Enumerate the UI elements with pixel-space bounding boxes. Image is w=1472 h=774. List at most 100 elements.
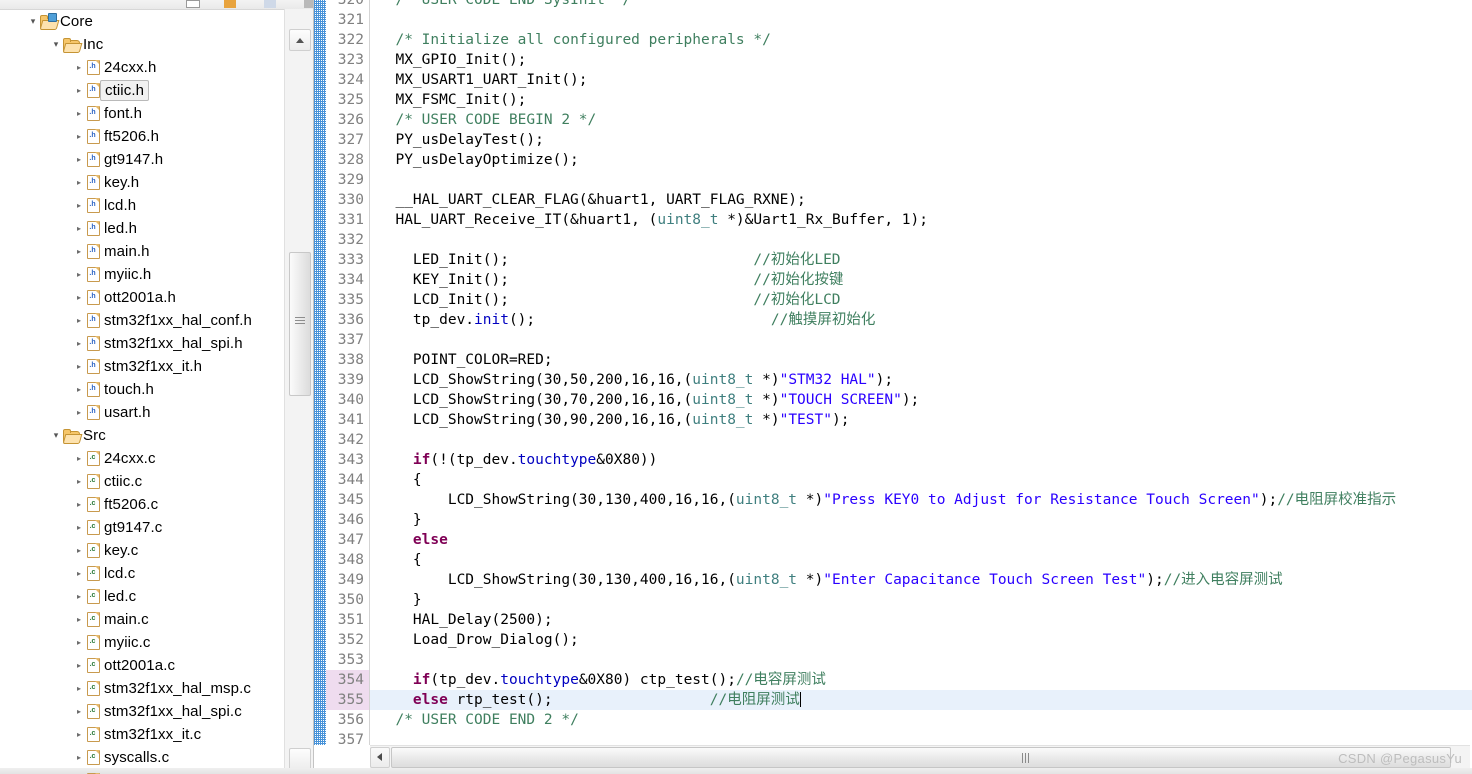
- code-text-area[interactable]: /* USER CODE END SysInit */ /* Initializ…: [370, 0, 1472, 745]
- expand-arrow-icon[interactable]: ▸: [72, 516, 86, 539]
- tree-item-ft5206-c[interactable]: ▸ .c ft5206.c: [0, 492, 285, 515]
- expand-arrow-icon[interactable]: ▸: [72, 56, 86, 79]
- tree-item-stm32f1xx_it-h[interactable]: ▸ .h stm32f1xx_it.h: [0, 354, 285, 377]
- code-line[interactable]: if(tp_dev.touchtype&0X80) ctp_test();//电…: [378, 670, 826, 690]
- editor-marker-bar[interactable]: [314, 0, 326, 745]
- expand-arrow-icon[interactable]: ▸: [72, 79, 86, 102]
- code-line[interactable]: MX_GPIO_Init();: [378, 50, 526, 70]
- expand-arrow-icon[interactable]: ▸: [72, 355, 86, 378]
- code-line[interactable]: {: [378, 470, 422, 490]
- collapse-all-icon[interactable]: [224, 0, 236, 8]
- tree-item-Src[interactable]: ▾ Src: [0, 423, 285, 446]
- tree-item-font-h[interactable]: ▸ .h font.h: [0, 101, 285, 124]
- expand-arrow-icon[interactable]: ▸: [72, 194, 86, 217]
- expand-arrow-icon[interactable]: ▸: [72, 378, 86, 401]
- tree-item-lcd-h[interactable]: ▸ .h lcd.h: [0, 193, 285, 216]
- code-line[interactable]: HAL_Delay(2500);: [378, 610, 553, 630]
- tree-item-stm32f1xx_hal_spi-h[interactable]: ▸ .h stm32f1xx_hal_spi.h: [0, 331, 285, 354]
- tree-item-stm32f1xx_hal_spi-c[interactable]: ▸ .c stm32f1xx_hal_spi.c: [0, 699, 285, 722]
- tree-item-ft5206-h[interactable]: ▸ .h ft5206.h: [0, 124, 285, 147]
- tree-item-lcd-c[interactable]: ▸ .c lcd.c: [0, 561, 285, 584]
- code-line[interactable]: PY_usDelayTest();: [378, 130, 543, 150]
- link-editor-icon[interactable]: [264, 0, 276, 8]
- code-line[interactable]: }: [378, 590, 422, 610]
- expand-arrow-icon[interactable]: ▸: [72, 102, 86, 125]
- expand-arrow-icon[interactable]: ▸: [72, 217, 86, 240]
- expand-arrow-icon[interactable]: ▸: [72, 401, 86, 424]
- tree-item-ott2001a-h[interactable]: ▸ .h ott2001a.h: [0, 285, 285, 308]
- code-line[interactable]: KEY_Init(); //初始化按键: [378, 270, 843, 290]
- tree-item-myiic-h[interactable]: ▸ .h myiic.h: [0, 262, 285, 285]
- expand-arrow-icon[interactable]: ▸: [72, 700, 86, 723]
- code-line[interactable]: LCD_ShowString(30,130,400,16,16,(uint8_t…: [378, 570, 1283, 590]
- expand-arrow-icon[interactable]: ▸: [72, 631, 86, 654]
- expand-arrow-icon[interactable]: ▸: [72, 332, 86, 355]
- tree-item-stm32f1xx_it-c[interactable]: ▸ .c stm32f1xx_it.c: [0, 722, 285, 745]
- tree-item-key-h[interactable]: ▸ .h key.h: [0, 170, 285, 193]
- code-line[interactable]: MX_USART1_UART_Init();: [378, 70, 587, 90]
- tree-item-ctiic-c[interactable]: ▸ .c ctiic.c: [0, 469, 285, 492]
- expand-arrow-icon[interactable]: ▸: [72, 148, 86, 171]
- expand-arrow-icon[interactable]: ▸: [72, 654, 86, 677]
- horizontal-scrollbar-thumb[interactable]: [391, 747, 1451, 768]
- expand-arrow-icon[interactable]: ▸: [72, 723, 86, 746]
- tree-item-gt9147-c[interactable]: ▸ .c gt9147.c: [0, 515, 285, 538]
- code-line[interactable]: tp_dev.init(); //触摸屏初始化: [378, 310, 875, 330]
- tree-item-24cxx-h[interactable]: ▸ .h 24cxx.h: [0, 55, 285, 78]
- tree-item-ctiic-h[interactable]: ▸ .h ctiic.h: [0, 78, 285, 101]
- code-line[interactable]: else rtp_test(); //电阻屏测试: [378, 690, 801, 710]
- scroll-left-arrow[interactable]: [370, 747, 390, 768]
- expand-arrow-icon[interactable]: ▸: [72, 539, 86, 562]
- code-line[interactable]: {: [378, 550, 422, 570]
- code-line[interactable]: Load_Drow_Dialog();: [378, 630, 579, 650]
- expand-arrow-icon[interactable]: ▸: [72, 562, 86, 585]
- expand-arrow-icon[interactable]: ▸: [72, 470, 86, 493]
- expand-arrow-icon[interactable]: ▸: [72, 447, 86, 470]
- code-line[interactable]: /* USER CODE BEGIN 2 */: [378, 110, 596, 130]
- code-line[interactable]: LCD_Init(); //初始化LCD: [378, 290, 841, 310]
- code-editor[interactable]: 320 321 322 323 324 325 326 327 328 329 330 331 332 3…: [314, 0, 1472, 774]
- scroll-up-arrow[interactable]: [289, 29, 311, 51]
- tree-item-Inc[interactable]: ▾ Inc: [0, 32, 285, 55]
- scroll-down-arrow[interactable]: [289, 748, 311, 770]
- explorer-vertical-scrollbar[interactable]: [284, 9, 313, 774]
- code-line[interactable]: __HAL_UART_CLEAR_FLAG(&huart1, UART_FLAG…: [378, 190, 805, 210]
- tree-item-main-h[interactable]: ▸ .h main.h: [0, 239, 285, 262]
- tree-item-stm32f1xx_hal_conf-h[interactable]: ▸ .h stm32f1xx_hal_conf.h: [0, 308, 285, 331]
- code-line[interactable]: /* Initialize all configured peripherals…: [378, 30, 770, 50]
- code-line[interactable]: /* USER CODE END SysInit */: [378, 0, 631, 10]
- editor-horizontal-scrollbar[interactable]: [370, 745, 1470, 768]
- code-line[interactable]: MX_FSMC_Init();: [378, 90, 526, 110]
- minimize-icon[interactable]: [186, 0, 200, 8]
- code-line[interactable]: LCD_ShowString(30,90,200,16,16,(uint8_t …: [378, 410, 850, 430]
- tree-item-touch-h[interactable]: ▸ .h touch.h: [0, 377, 285, 400]
- scrollbar-thumb[interactable]: [289, 252, 311, 396]
- code-line[interactable]: else: [378, 530, 448, 550]
- view-menu-icon[interactable]: [304, 0, 313, 8]
- tree-item-key-c[interactable]: ▸ .c key.c: [0, 538, 285, 561]
- tree-item-usart-h[interactable]: ▸ .h usart.h: [0, 400, 285, 423]
- tree-item-main-c[interactable]: ▸ .c main.c: [0, 607, 285, 630]
- expand-arrow-icon[interactable]: ▸: [72, 286, 86, 309]
- code-line[interactable]: LCD_ShowString(30,70,200,16,16,(uint8_t …: [378, 390, 919, 410]
- code-line[interactable]: PY_usDelayOptimize();: [378, 150, 578, 170]
- code-line[interactable]: /* USER CODE END 2 */: [378, 710, 578, 730]
- expand-arrow-icon[interactable]: ▸: [72, 608, 86, 631]
- code-line[interactable]: LCD_ShowString(30,130,400,16,16,(uint8_t…: [378, 490, 1396, 510]
- expand-arrow-icon[interactable]: ▸: [72, 263, 86, 286]
- file-tree[interactable]: ▾ Core ▾ Inc ▸ .h 24cxx.h ▸ .h ctiic.h ▸ .h font.h ▸.…: [0, 9, 285, 774]
- collapse-arrow-icon[interactable]: ▾: [49, 424, 63, 447]
- tree-item-ott2001a-c[interactable]: ▸ .c ott2001a.c: [0, 653, 285, 676]
- code-line[interactable]: LCD_ShowString(30,50,200,16,16,(uint8_t …: [378, 370, 893, 390]
- code-line[interactable]: }: [378, 510, 422, 530]
- tree-item-syscalls-c[interactable]: ▸ .c syscalls.c: [0, 745, 285, 768]
- tree-item-gt9147-h[interactable]: ▸ .h gt9147.h: [0, 147, 285, 170]
- code-line[interactable]: POINT_COLOR=RED;: [378, 350, 553, 370]
- code-line[interactable]: if(!(tp_dev.touchtype&0X80)): [378, 450, 657, 470]
- expand-arrow-icon[interactable]: ▸: [72, 746, 86, 769]
- expand-arrow-icon[interactable]: ▸: [72, 240, 86, 263]
- tree-item-Core[interactable]: ▾ Core: [0, 9, 285, 32]
- tree-item-stm32f1xx_hal_msp-c[interactable]: ▸ .c stm32f1xx_hal_msp.c: [0, 676, 285, 699]
- expand-arrow-icon[interactable]: ▸: [72, 677, 86, 700]
- expand-arrow-icon[interactable]: ▸: [72, 309, 86, 332]
